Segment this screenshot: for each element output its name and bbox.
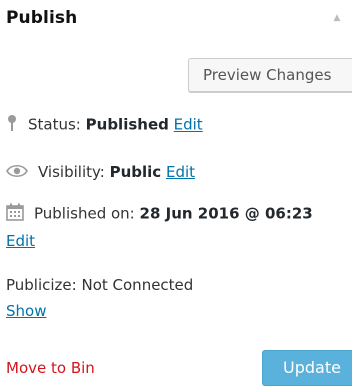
edit-published-date-link[interactable]: Edit xyxy=(6,232,35,250)
move-to-bin-link[interactable]: Move to Bin xyxy=(6,359,95,377)
pin-icon xyxy=(6,114,18,136)
publish-metabox: Publish ▲ Preview Changes Status: Publis… xyxy=(0,0,352,386)
update-button[interactable]: Update xyxy=(262,350,352,386)
metabox-header: Publish ▲ xyxy=(0,0,352,40)
eye-icon xyxy=(6,164,28,182)
published-on-row: Published on: 28 Jun 2016 @ 06:23 xyxy=(6,203,313,225)
status-label: Status: xyxy=(28,115,81,134)
published-on-value: 28 Jun 2016 @ 06:23 xyxy=(139,204,313,223)
status-row: Status: Published Edit xyxy=(6,114,203,136)
publicize-show-link[interactable]: Show xyxy=(6,302,46,320)
edit-visibility-link[interactable]: Edit xyxy=(166,163,195,181)
edit-status-link[interactable]: Edit xyxy=(174,116,203,134)
status-value: Published xyxy=(85,115,169,134)
collapse-toggle-icon[interactable]: ▲ xyxy=(332,13,342,23)
visibility-label: Visibility: xyxy=(38,163,105,181)
preview-changes-button[interactable]: Preview Changes xyxy=(188,58,352,92)
visibility-row: Visibility: Public Edit xyxy=(6,163,195,182)
metabox-title: Publish xyxy=(6,8,78,28)
published-on-label: Published on: xyxy=(34,204,135,223)
visibility-value: Public xyxy=(109,163,162,181)
publicize-status: Publicize: Not Connected xyxy=(6,276,194,294)
calendar-icon xyxy=(6,203,24,225)
